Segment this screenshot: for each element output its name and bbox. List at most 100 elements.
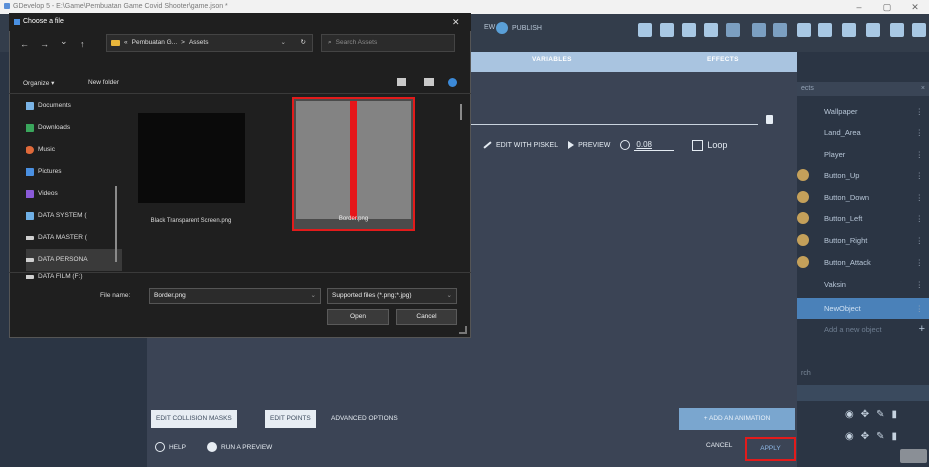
zoom-icon[interactable] bbox=[866, 23, 880, 37]
files-scrollbar[interactable] bbox=[460, 104, 462, 120]
object-menu-icon[interactable]: ⋮ bbox=[916, 122, 924, 143]
grid-settings-icon[interactable] bbox=[842, 23, 856, 37]
tab-effects[interactable]: EFFECTS bbox=[707, 56, 739, 63]
tree-item-pictures[interactable]: ›Pictures bbox=[26, 161, 122, 183]
object-menu-icon[interactable]: ⋮ bbox=[916, 144, 924, 165]
loop-toggle[interactable]: Loop bbox=[684, 139, 727, 151]
object-item-button-right[interactable]: Button_Right ⋮ bbox=[797, 230, 929, 251]
frame-duration-input[interactable] bbox=[634, 139, 675, 151]
back-arrow-icon[interactable]: ← bbox=[20, 39, 29, 49]
preview-pane-icon[interactable] bbox=[424, 78, 434, 86]
address-dropdown-icon[interactable]: ⌄ bbox=[281, 35, 286, 51]
loop-checkbox[interactable] bbox=[692, 139, 704, 151]
object-menu-icon[interactable]: ⋮ bbox=[916, 252, 924, 273]
minimize-button[interactable]: – bbox=[845, 0, 873, 14]
redo-icon[interactable] bbox=[773, 23, 787, 37]
forward-arrow-icon[interactable]: → bbox=[40, 39, 49, 49]
layers-icon[interactable] bbox=[726, 23, 740, 37]
file-name-label[interactable]: Black Transparent Screen.png bbox=[126, 218, 256, 224]
object-menu-icon[interactable]: ⋮ bbox=[916, 298, 924, 319]
object-item-newobject[interactable]: NewObject ⋮ bbox=[797, 298, 929, 319]
object-item-button-up[interactable]: Button_Up ⋮ bbox=[797, 165, 929, 186]
tree-item-downloads[interactable]: ›Downloads bbox=[26, 117, 122, 139]
edit-collision-masks-button[interactable]: EDIT COLLISION MASKS bbox=[151, 410, 237, 428]
tree-item-data-system[interactable]: ›DATA SYSTEM ( bbox=[26, 205, 122, 227]
project-manager-icon[interactable] bbox=[638, 23, 652, 37]
cancel-dialog-button[interactable]: Cancel bbox=[396, 309, 457, 325]
object-menu-icon[interactable]: ⋮ bbox=[916, 274, 924, 295]
object-item-vaksin[interactable]: Vaksin ⋮ bbox=[797, 274, 929, 295]
file-type-select[interactable]: Supported files (*.png;*.jpg) ⌄ bbox=[327, 288, 457, 304]
cancel-button[interactable]: CANCEL bbox=[706, 442, 732, 449]
tree-item-data-master[interactable]: ›DATA MASTER ( bbox=[26, 227, 122, 249]
tree-item-music[interactable]: ›Music bbox=[26, 139, 122, 161]
edit-layer-icon[interactable]: ✎ bbox=[876, 409, 884, 420]
delete-layer-icon[interactable]: ▮ bbox=[892, 431, 898, 442]
open-button[interactable]: Open bbox=[327, 309, 389, 325]
edit-points-button[interactable]: EDIT POINTS bbox=[265, 410, 316, 428]
move-icon[interactable]: ✥ bbox=[861, 409, 869, 420]
move-icon[interactable]: ✥ bbox=[861, 431, 869, 442]
visibility-eye-icon[interactable]: ◉ bbox=[845, 431, 854, 442]
window-mask-icon[interactable] bbox=[797, 23, 811, 37]
breadcrumb-overflow[interactable]: « bbox=[124, 35, 128, 51]
advanced-options-link[interactable]: ADVANCED OPTIONS bbox=[331, 410, 398, 428]
address-bar[interactable]: « Pembuatan G... > Assets ⌄ ↻ bbox=[106, 34, 313, 52]
breadcrumb-item[interactable]: Assets bbox=[189, 35, 209, 51]
new-folder-button[interactable]: New folder bbox=[88, 79, 119, 86]
object-menu-icon[interactable]: ⋮ bbox=[916, 165, 924, 186]
tree-item-data-personal[interactable]: ›DATA PERSONA bbox=[26, 249, 122, 271]
scene-icon[interactable] bbox=[660, 23, 674, 37]
file-name-label[interactable]: Border.png bbox=[292, 216, 415, 222]
close-dialog-icon[interactable]: ✕ bbox=[452, 17, 460, 28]
chevron-down-icon[interactable]: ⌄ bbox=[447, 289, 452, 303]
delete-layer-icon[interactable]: ▮ bbox=[892, 409, 898, 420]
add-object-plus-icon[interactable]: + bbox=[919, 319, 925, 340]
object-menu-icon[interactable]: ⋮ bbox=[916, 187, 924, 208]
object-item-button-attack[interactable]: Button_Attack ⋮ bbox=[797, 252, 929, 273]
file-thumbnail-black-transparent-screen[interactable] bbox=[138, 113, 245, 203]
close-objects-panel-icon[interactable]: × bbox=[921, 82, 925, 96]
help-button[interactable]: HELP bbox=[155, 442, 186, 452]
run-preview-button[interactable]: RUN A PREVIEW bbox=[207, 442, 272, 452]
chevron-down-icon[interactable]: ⌄ bbox=[311, 289, 316, 303]
tab-variables[interactable]: VARIABLES bbox=[532, 56, 572, 63]
object-item-button-down[interactable]: Button_Down ⋮ bbox=[797, 187, 929, 208]
object-menu-icon[interactable]: ⋮ bbox=[916, 101, 924, 122]
search-input[interactable]: ⌕ Search Assets bbox=[321, 34, 455, 52]
preview-button[interactable]: PREVIEW bbox=[568, 141, 610, 149]
list-icon[interactable] bbox=[704, 23, 718, 37]
apply-button[interactable]: APPLY bbox=[745, 437, 796, 461]
publish-button[interactable]: PUBLISH bbox=[496, 22, 542, 34]
object-item-button-left[interactable]: Button_Left ⋮ bbox=[797, 208, 929, 229]
instances-list-icon[interactable] bbox=[890, 23, 904, 37]
tree-item-documents[interactable]: ›Documents bbox=[26, 95, 122, 117]
tree-scrollbar[interactable] bbox=[115, 186, 117, 262]
file-name-input[interactable]: Border.png ⌄ bbox=[149, 288, 321, 304]
preview-label[interactable]: EW bbox=[484, 24, 495, 31]
view-options-icon[interactable] bbox=[397, 78, 406, 86]
maximize-button[interactable]: ▢ bbox=[873, 0, 901, 14]
object-menu-icon[interactable]: ⋮ bbox=[916, 230, 924, 251]
edit-with-piskel-button[interactable]: EDIT WITH PISKEL bbox=[483, 141, 558, 149]
add-layer-button[interactable] bbox=[900, 449, 927, 463]
object-item-wallpaper[interactable]: Wallpaper ⋮ bbox=[797, 101, 929, 122]
breadcrumb-item[interactable]: Pembuatan G... bbox=[132, 35, 178, 51]
recent-locations-icon[interactable]: ⌄ bbox=[60, 36, 68, 47]
add-animation-button[interactable]: + ADD AN ANIMATION bbox=[679, 408, 795, 430]
refresh-icon[interactable]: ↻ bbox=[301, 35, 306, 51]
help-icon[interactable] bbox=[448, 78, 457, 87]
up-arrow-icon[interactable]: ↑ bbox=[80, 39, 85, 49]
object-item-land-area[interactable]: Land_Area ⋮ bbox=[797, 122, 929, 143]
close-window-button[interactable]: ✕ bbox=[901, 0, 929, 14]
grid-icon[interactable] bbox=[818, 23, 832, 37]
object-menu-icon[interactable]: ⋮ bbox=[916, 208, 924, 229]
organize-menu-button[interactable]: Organize ▾ bbox=[23, 79, 54, 87]
undo-icon[interactable] bbox=[752, 23, 766, 37]
trash-icon[interactable] bbox=[766, 115, 773, 124]
properties-icon[interactable] bbox=[912, 23, 926, 37]
add-new-object-row[interactable]: Add a new object + bbox=[797, 319, 929, 340]
edit-layer-icon[interactable]: ✎ bbox=[876, 431, 884, 442]
events-icon[interactable] bbox=[682, 23, 696, 37]
resize-grip-icon[interactable] bbox=[459, 326, 467, 334]
